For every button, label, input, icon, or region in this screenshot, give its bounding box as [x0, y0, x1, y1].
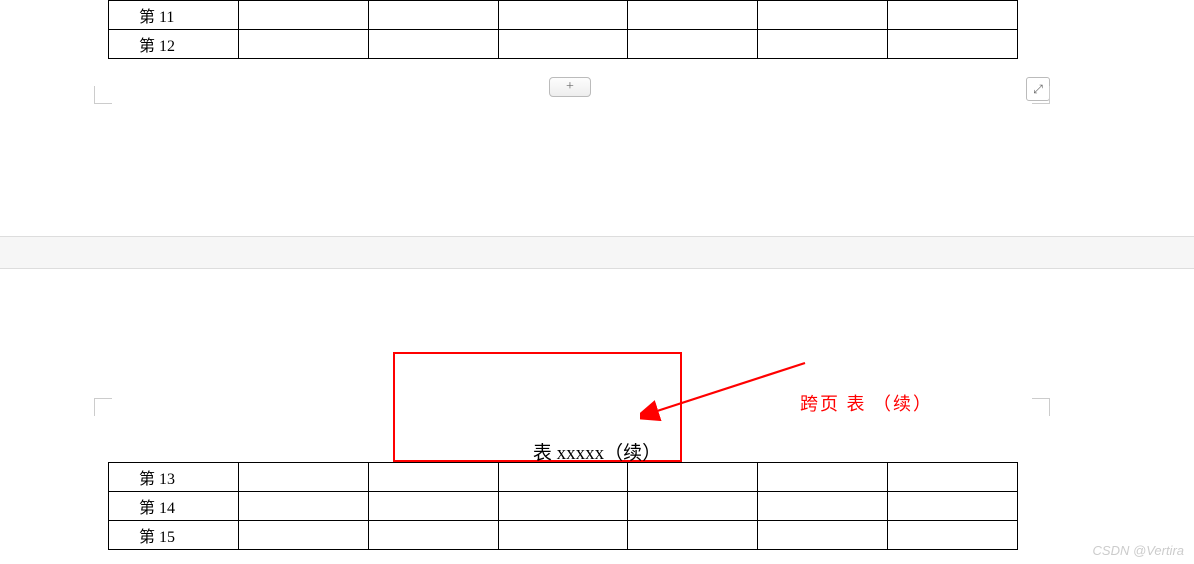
- page-corner-br: [1032, 86, 1050, 104]
- row-label[interactable]: 第 12: [109, 30, 239, 59]
- table-row: 第 15: [109, 521, 1018, 550]
- cell[interactable]: [628, 492, 758, 521]
- table-page1: 第 11 第 12: [108, 0, 1018, 59]
- table-continued-caption[interactable]: 表 xxxxx（续）: [533, 398, 661, 465]
- cell[interactable]: [368, 1, 498, 30]
- page-2-top: 表 xxxxx（续） 跨页 表 （续） 第 13 第 14: [0, 270, 1194, 564]
- table-caption-area: 表 xxxxx（续）: [0, 398, 1194, 465]
- cell[interactable]: [758, 30, 888, 59]
- cell[interactable]: [888, 463, 1018, 492]
- table-row: 第 11: [109, 1, 1018, 30]
- cell[interactable]: [758, 463, 888, 492]
- cell[interactable]: [628, 1, 758, 30]
- cell[interactable]: [238, 30, 368, 59]
- cell[interactable]: [498, 492, 628, 521]
- watermark: CSDN @Vertira: [1093, 543, 1184, 558]
- table-row: 第 14: [109, 492, 1018, 521]
- cell[interactable]: [238, 521, 368, 550]
- cell[interactable]: [238, 463, 368, 492]
- cell[interactable]: [368, 463, 498, 492]
- cell[interactable]: [238, 1, 368, 30]
- row-label[interactable]: 第 14: [109, 492, 239, 521]
- cell[interactable]: [368, 521, 498, 550]
- page-1-bottom: 第 11 第 12 + ⤢: [0, 0, 1194, 78]
- cell[interactable]: [888, 30, 1018, 59]
- page-corner-bl: [94, 86, 112, 104]
- cell[interactable]: [628, 521, 758, 550]
- row-label[interactable]: 第 15: [109, 521, 239, 550]
- page-gap: [0, 236, 1194, 269]
- table-row: 第 13: [109, 463, 1018, 492]
- cell[interactable]: [758, 521, 888, 550]
- cell[interactable]: [238, 492, 368, 521]
- table-page2: 第 13 第 14 第 15: [108, 462, 1018, 550]
- cell[interactable]: [888, 1, 1018, 30]
- add-row-button[interactable]: +: [549, 77, 591, 97]
- cell[interactable]: [888, 521, 1018, 550]
- cell[interactable]: [758, 492, 888, 521]
- cell[interactable]: [758, 1, 888, 30]
- cell[interactable]: [498, 521, 628, 550]
- cell[interactable]: [498, 30, 628, 59]
- cell[interactable]: [888, 492, 1018, 521]
- cell[interactable]: [498, 463, 628, 492]
- cell[interactable]: [368, 492, 498, 521]
- annotation-label: 跨页 表 （续）: [800, 390, 933, 416]
- cell[interactable]: [498, 1, 628, 30]
- row-label[interactable]: 第 11: [109, 1, 239, 30]
- table-row: 第 12: [109, 30, 1018, 59]
- cell[interactable]: [628, 30, 758, 59]
- cell[interactable]: [368, 30, 498, 59]
- cell[interactable]: [628, 463, 758, 492]
- row-label[interactable]: 第 13: [109, 463, 239, 492]
